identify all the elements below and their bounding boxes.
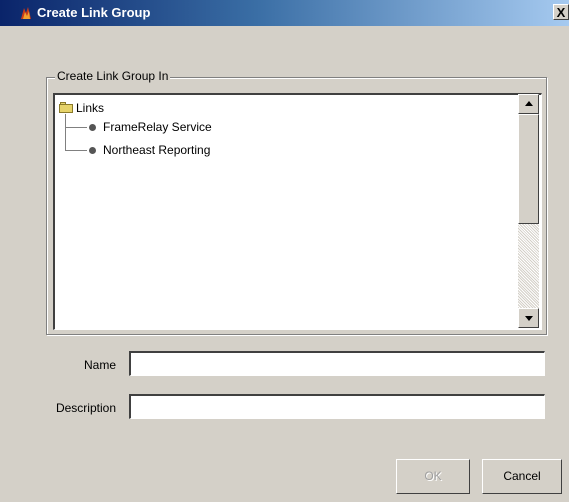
tree-scrollbar[interactable] bbox=[518, 94, 539, 328]
tree-connector bbox=[65, 127, 87, 128]
node-bullet-icon bbox=[89, 147, 96, 154]
arrow-down-icon bbox=[525, 316, 533, 321]
tree-item-framerelay-service[interactable]: FrameRelay Service bbox=[103, 120, 212, 134]
description-label: Description bbox=[55, 401, 116, 415]
cancel-button[interactable]: Cancel bbox=[482, 459, 562, 494]
folder-icon bbox=[59, 102, 73, 113]
app-flame-icon bbox=[21, 7, 31, 19]
name-input[interactable] bbox=[129, 351, 545, 376]
scroll-down-button[interactable] bbox=[518, 308, 539, 328]
tree-connector bbox=[65, 114, 66, 151]
node-bullet-icon bbox=[89, 124, 96, 131]
ok-button[interactable]: OK bbox=[396, 459, 470, 494]
scroll-thumb[interactable] bbox=[518, 114, 539, 224]
close-button[interactable]: X bbox=[553, 4, 569, 20]
title-bar[interactable]: Create Link Group X bbox=[0, 0, 569, 26]
tree-connector bbox=[65, 150, 87, 151]
arrow-up-icon bbox=[525, 101, 533, 106]
scroll-up-button[interactable] bbox=[518, 94, 539, 114]
window-title: Create Link Group bbox=[37, 5, 151, 20]
group-label: Create Link Group In bbox=[55, 69, 171, 83]
tree-item-northeast-reporting[interactable]: Northeast Reporting bbox=[103, 143, 210, 157]
link-tree[interactable]: Links FrameRelay Service Northeast Repor… bbox=[53, 93, 542, 330]
tree-item-links[interactable]: Links bbox=[59, 101, 104, 115]
scroll-track[interactable] bbox=[518, 224, 539, 308]
description-input[interactable] bbox=[129, 394, 545, 419]
tree-item-label: Links bbox=[76, 101, 105, 115]
name-label: Name bbox=[83, 358, 116, 372]
